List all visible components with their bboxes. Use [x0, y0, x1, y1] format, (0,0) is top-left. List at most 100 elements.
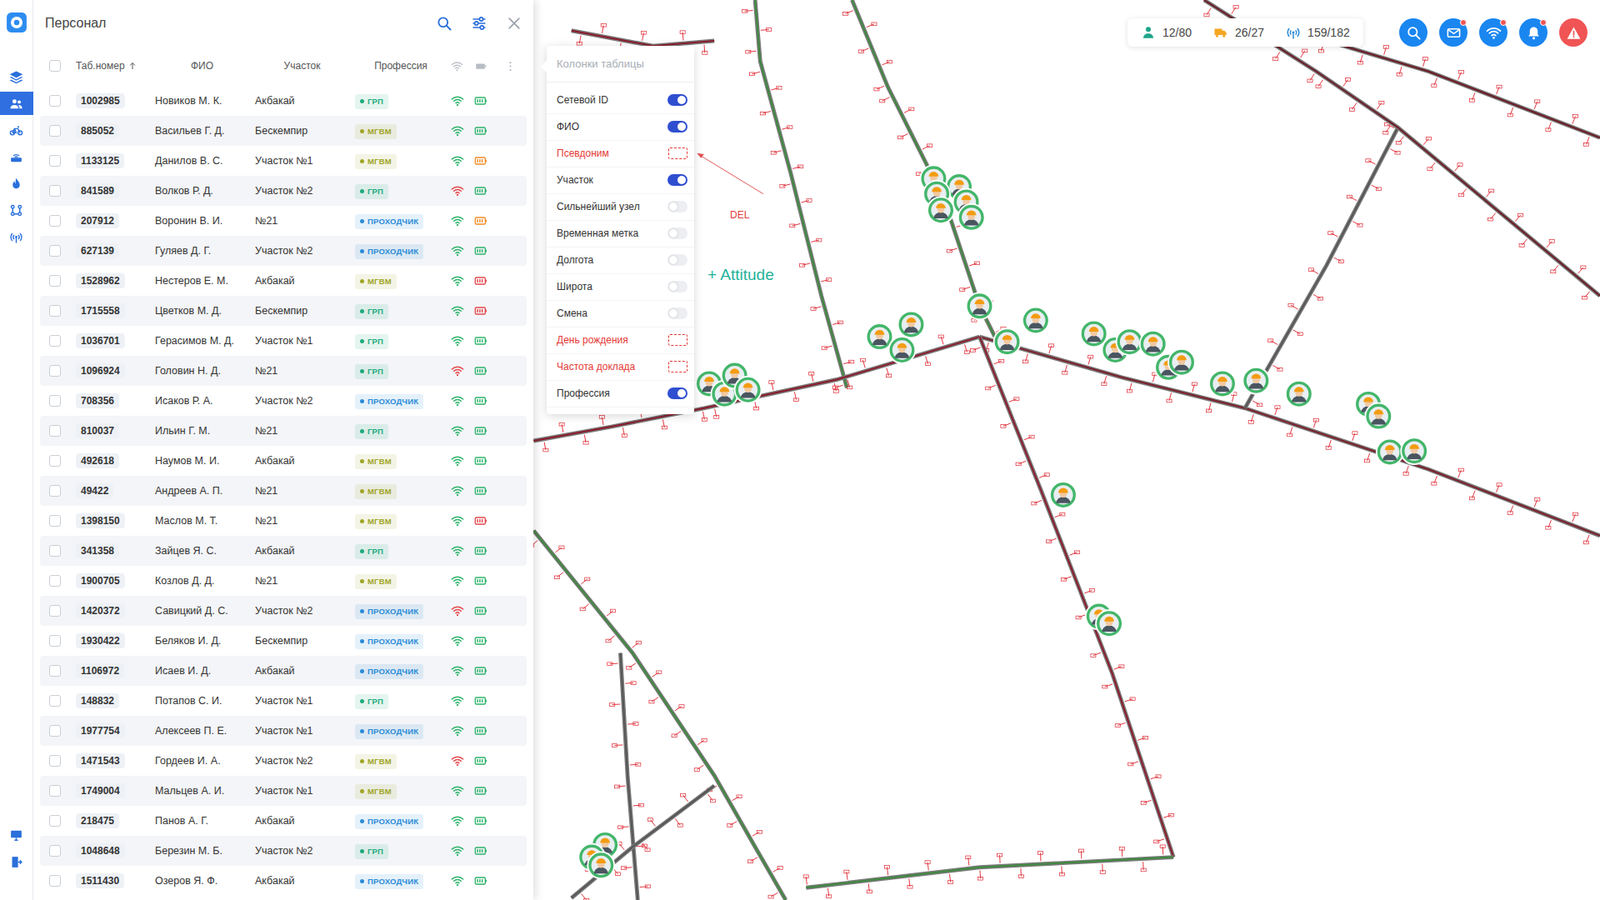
table-row[interactable]: 1048648Березин М. Б.Участок №2ГРП — [40, 835, 527, 866]
table-row[interactable]: 1528962Нестеров Е. М.АкбакайМГВМ — [40, 265, 527, 296]
mail-button[interactable] — [1439, 18, 1468, 47]
sidebar-item[interactable] — [0, 118, 34, 142]
row-checkbox[interactable] — [49, 95, 61, 107]
column-toggle[interactable] — [667, 94, 688, 106]
worker-pin[interactable] — [966, 292, 994, 320]
menu-item[interactable]: Частота доклада — [546, 354, 695, 381]
table-row[interactable]: 1133125Данилов В. С.Участок №1МГВМ — [40, 145, 527, 176]
sidebar-item[interactable] — [0, 171, 34, 195]
column-toggle[interactable] — [667, 307, 688, 320]
stat-counter[interactable]: 159/182 — [1285, 24, 1350, 42]
menu-item-label[interactable]: Смена — [556, 305, 588, 321]
table-row[interactable]: 1977754Алексеев П. Е.Участок №1ПРОХОДЧИК — [40, 715, 527, 746]
menu-item-label[interactable]: Сильнейший узел — [556, 199, 640, 215]
table-row[interactable]: 810037Ильин Г. М.№21ГРП — [40, 415, 527, 446]
row-checkbox[interactable] — [49, 125, 61, 137]
menu-item[interactable]: Профессия — [546, 380, 695, 408]
menu-item-label[interactable]: Временная метка — [556, 225, 639, 241]
table-row[interactable]: 1002985Новиков М. К.АкбакайГРП — [40, 85, 527, 116]
notifications-button[interactable] — [1519, 18, 1548, 47]
worker-pin[interactable] — [898, 310, 925, 338]
table-row[interactable]: 1036701Герасимов М. Д.Участок №1ГРП — [40, 325, 527, 356]
sidebar-item[interactable] — [0, 850, 34, 874]
menu-item-label[interactable]: Псевдоним — [556, 145, 610, 161]
worker-pin[interactable] — [1140, 330, 1167, 358]
table-row[interactable]: 1511430Озеров Я. Ф.АкбакайПРОХОДЧИК — [40, 865, 527, 896]
column-toggle[interactable] — [667, 227, 688, 240]
worker-pin[interactable] — [1116, 328, 1144, 355]
column-header[interactable]: Таб.номер — [70, 58, 150, 74]
table-row[interactable]: 1096924Головин Н. Д.№21ГРП — [40, 355, 527, 386]
row-checkbox[interactable] — [49, 275, 61, 287]
menu-item-label[interactable]: Долгота — [556, 252, 594, 268]
row-checkbox[interactable] — [49, 755, 61, 767]
worker-pin[interactable] — [1080, 320, 1108, 347]
column-toggle[interactable] — [667, 120, 688, 133]
menu-item-label[interactable]: Профессия — [556, 385, 610, 401]
table-row[interactable]: 627139Гуляев Д. Г.Участок №2ПРОХОДЧИК — [40, 235, 527, 266]
worker-pin[interactable] — [587, 851, 615, 879]
table-row[interactable]: 885052Васильев Г. Д.БескемпирМГВМ — [40, 115, 527, 146]
menu-item[interactable]: Сетевой ID — [546, 87, 695, 115]
menu-item[interactable]: Долгота — [546, 247, 695, 275]
column-label[interactable]: Таб.номер — [75, 58, 125, 74]
column-header[interactable]: Участок — [249, 58, 350, 74]
menu-item[interactable]: Участок — [546, 167, 695, 195]
sidebar-item[interactable] — [0, 91, 34, 115]
row-checkbox[interactable] — [49, 875, 61, 887]
worker-pin[interactable] — [1376, 439, 1404, 466]
table-row[interactable]: 1420372Савицкий Д. С.Участок №2ПРОХОДЧИК — [40, 595, 527, 626]
column-header[interactable]: Профессия — [349, 58, 447, 74]
column-label[interactable]: Участок — [284, 58, 321, 74]
menu-item-label[interactable]: Участок — [556, 172, 594, 188]
search-button[interactable] — [433, 12, 455, 35]
sidebar-item[interactable] — [0, 198, 34, 222]
row-checkbox[interactable] — [49, 545, 61, 557]
worker-pin[interactable] — [1050, 481, 1077, 509]
close-button[interactable] — [503, 12, 525, 35]
row-checkbox[interactable] — [49, 155, 61, 167]
worker-pin[interactable] — [994, 328, 1021, 355]
menu-item[interactable]: Временная метка — [546, 220, 695, 248]
table-row[interactable]: 1930422Беляков И. Д.БескемпирПРОХОДЧИК — [40, 625, 527, 656]
column-toggle[interactable] — [667, 200, 688, 213]
menu-item-label[interactable]: Широта — [556, 279, 593, 295]
table-row[interactable]: 1900705Козлов Д. Д.№21МГВМ — [40, 565, 527, 596]
column-toggle[interactable] — [667, 174, 688, 186]
table-row[interactable]: 341358Зайцев Я. С.АкбакайГРП — [40, 535, 527, 566]
row-checkbox[interactable] — [49, 635, 61, 647]
select-all-checkbox[interactable] — [49, 60, 61, 72]
worker-pin[interactable] — [1365, 403, 1392, 430]
menu-item-label[interactable]: Частота доклада — [556, 359, 635, 375]
sidebar-item[interactable] — [0, 823, 34, 847]
table-row[interactable]: 49422Андреев А. П.№21МГВМ — [40, 475, 527, 506]
table-row[interactable]: 218475Панов А. Г.АкбакайПРОХОДЧИК — [40, 805, 527, 836]
column-header[interactable]: ФИО — [149, 58, 250, 74]
worker-pin[interactable] — [1168, 349, 1195, 376]
menu-item-label[interactable]: Сетевой ID — [556, 92, 609, 108]
worker-pin[interactable] — [1209, 370, 1236, 397]
row-checkbox[interactable] — [49, 665, 61, 677]
table-row[interactable]: 841589Волков Р. Д.Участок №2ГРП — [40, 175, 527, 206]
stat-counter[interactable]: 26/27 — [1213, 24, 1265, 42]
row-checkbox[interactable] — [49, 305, 61, 317]
table-row[interactable]: 1715558Цветков М. Д.БескемпирГРП — [40, 295, 527, 326]
table-row[interactable]: 1749004Мальцев А. И.Участок №1МГВМ — [40, 775, 527, 806]
table-row[interactable]: 148832Потапов С. И.Участок №1ГРП — [40, 685, 527, 716]
row-checkbox[interactable] — [49, 785, 61, 797]
menu-item-label[interactable]: День рождения — [556, 332, 629, 348]
table-row[interactable]: 492618Наумов М. И.АкбакайМГВМ — [40, 445, 527, 476]
worker-pin[interactable] — [1022, 307, 1050, 335]
worker-pin[interactable] — [1400, 437, 1428, 465]
column-toggle[interactable] — [667, 254, 688, 266]
row-checkbox[interactable] — [49, 425, 61, 437]
worker-pin[interactable] — [927, 196, 955, 224]
worker-pin[interactable] — [958, 204, 985, 231]
row-checkbox[interactable] — [49, 485, 61, 497]
network-button[interactable] — [1479, 18, 1508, 47]
row-checkbox[interactable] — [49, 335, 61, 347]
column-label[interactable]: Профессия — [374, 58, 428, 74]
menu-item-label[interactable]: ФИО — [556, 119, 580, 135]
menu-item[interactable]: Сильнейший узел — [546, 194, 695, 221]
row-checkbox[interactable] — [49, 605, 61, 617]
